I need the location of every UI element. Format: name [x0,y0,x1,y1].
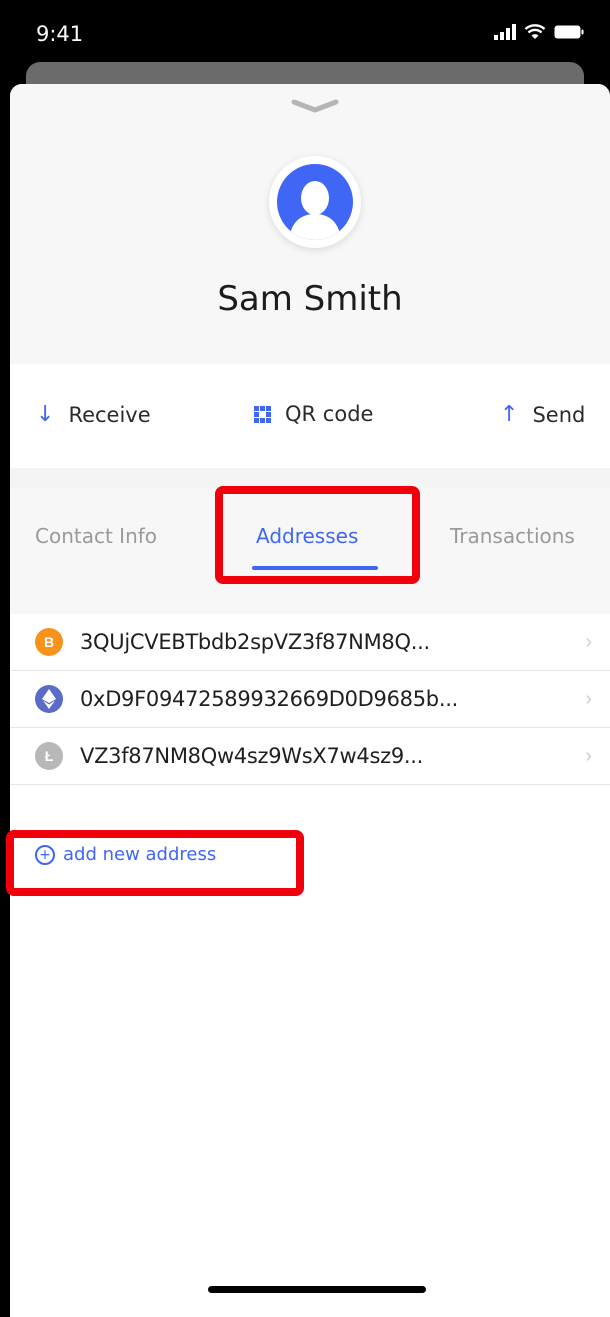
active-tab-indicator [252,566,378,570]
chevron-right-icon: › [585,631,592,653]
contact-name: Sam Smith [217,279,403,319]
address-list: B 3QUjCVEBTbdb2spVZ3f87NM8Q... › 0xD9F09… [10,614,610,785]
list-spacer [10,572,610,614]
address-row-litecoin[interactable]: Ł VZ3f87NM8Qw4sz9WsX7w4sz9... › [10,728,610,785]
tab-transactions[interactable]: Transactions [450,524,575,548]
chevron-down-icon[interactable] [290,98,340,114]
contact-header: Sam Smith [10,84,610,364]
avatar [269,156,361,248]
chevron-right-icon: › [585,745,592,767]
tab-addresses[interactable]: Addresses [256,524,358,548]
phone-screen: 9:41 Sam Smith ↓ Receive QR code ↑ Send … [0,0,610,1317]
receive-label: Receive [68,402,151,427]
qr-code-icon [254,405,271,423]
add-circle-icon: + [35,844,55,865]
status-time: 9:41 [36,22,84,46]
signal-icon [494,24,516,40]
address-text: 0xD9F09472589932669D0D9685b... [80,687,458,711]
receive-button[interactable]: ↓ Receive [36,402,151,427]
address-text: VZ3f87NM8Qw4sz9WsX7w4sz9... [80,744,424,768]
address-text: 3QUjCVEBTbdb2spVZ3f87NM8Q... [80,630,430,654]
bitcoin-icon: B [35,628,63,656]
action-bar: ↓ Receive QR code ↑ Send [10,364,610,468]
tab-bar: Contact Info Addresses Transactions [10,488,610,573]
status-icons [494,24,584,40]
add-new-address-button[interactable]: + add new address [35,844,216,865]
litecoin-icon: Ł [35,742,63,770]
user-avatar-icon [277,164,353,240]
chevron-right-icon: › [585,688,592,710]
arrow-up-icon: ↑ [500,402,519,427]
wifi-icon [524,24,546,39]
qr-code-button[interactable]: QR code [254,402,373,426]
arrow-down-icon: ↓ [36,402,55,427]
address-row-ethereum[interactable]: 0xD9F09472589932669D0D9685b... › [10,671,610,728]
section-divider [10,468,610,488]
contact-sheet: Sam Smith ↓ Receive QR code ↑ Send Conta… [10,84,610,1317]
qr-code-label: QR code [285,402,374,426]
send-label: Send [532,402,586,427]
ethereum-icon [35,685,63,713]
battery-icon [554,25,584,39]
status-bar: 9:41 [0,0,610,70]
tab-contact-info[interactable]: Contact Info [35,524,157,548]
address-row-bitcoin[interactable]: B 3QUjCVEBTbdb2spVZ3f87NM8Q... › [10,614,610,671]
home-indicator [208,1286,426,1293]
send-button[interactable]: ↑ Send [500,402,585,427]
add-new-address-label: add new address [63,844,217,865]
